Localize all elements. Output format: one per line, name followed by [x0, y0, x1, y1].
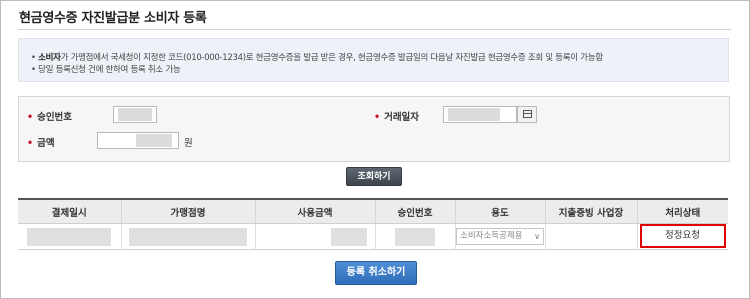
masked-value [27, 227, 112, 246]
approval-number-input[interactable] [113, 106, 157, 123]
cell-status: 정정요청 [636, 223, 728, 250]
status-text: 정정요청 [665, 230, 700, 241]
cancel-registration-button[interactable]: 등록 취소하기 [335, 261, 417, 285]
cell-approval-number [374, 223, 455, 250]
required-star-icon: • [27, 112, 34, 123]
search-form: • 승인번호 • 거래일자 • 금액 원 [18, 96, 730, 162]
cell-amount [254, 223, 375, 250]
cell-payment-datetime [18, 223, 121, 250]
amount-input[interactable] [97, 132, 179, 149]
col-merchant-name[interactable]: 가맹점명 [120, 198, 255, 224]
search-button[interactable]: 조회하기 [346, 167, 402, 186]
notice-line-1: • 소비자가 가맹점에서 국세청이 지정한 코드(010-000-1234)로 … [31, 53, 603, 63]
notice-bold: 소비자 [38, 53, 61, 63]
col-approval-number[interactable]: 승인번호 [374, 198, 455, 224]
notice-text: 가 가맹점에서 국세청이 지정한 코드(010-000-1234)로 현금영수증… [60, 53, 603, 63]
usage-select[interactable]: 소비자소득공제용 ∨ [456, 228, 544, 245]
approval-number-label: • 승인번호 [27, 112, 73, 123]
masked-value [129, 227, 247, 246]
title-divider [18, 29, 731, 30]
notice-line-2: • 당일 등록신청 건에 한하여 등록 취소 가능 [31, 65, 181, 75]
table-row[interactable]: 소비자소득공제용 ∨ 정정요청 [18, 223, 728, 250]
chevron-down-icon: ∨ [534, 232, 540, 241]
trade-date-label: • 거래일자 [374, 112, 420, 123]
masked-value [118, 108, 152, 121]
calendar-icon[interactable] [517, 106, 537, 123]
cell-usage: 소비자소득공제용 ∨ [454, 223, 545, 250]
col-usage[interactable]: 용도 [454, 198, 545, 224]
page-title: 현금영수증 자진발급분 소비자 등록 [19, 11, 207, 26]
cell-merchant-name [120, 223, 255, 250]
masked-value [395, 227, 435, 246]
status-highlight: 정정요청 [639, 224, 726, 248]
col-payment-datetime[interactable]: 결제일시 [18, 198, 121, 224]
trade-date-input[interactable] [443, 106, 517, 123]
masked-value [330, 227, 367, 246]
notice-text-2: 당일 등록신청 건에 한하여 등록 취소 가능 [38, 65, 181, 75]
table-header-row: 결제일시 가맹점명 사용금액 승인번호 용도 지출증빙 사업장 처리상태 [18, 198, 728, 224]
amount-label: • 금액 [27, 138, 55, 149]
col-amount[interactable]: 사용금액 [254, 198, 375, 224]
amount-unit: 원 [184, 138, 193, 149]
notice-box: • 소비자가 가맹점에서 국세청이 지정한 코드(010-000-1234)로 … [18, 38, 729, 82]
col-status[interactable]: 처리상태 [636, 198, 728, 224]
col-business-place[interactable]: 지출증빙 사업장 [544, 198, 637, 224]
masked-value [448, 108, 500, 121]
required-star-icon: • [374, 112, 381, 123]
required-star-icon: • [27, 138, 34, 149]
cell-business-place [544, 223, 637, 250]
results-table: 결제일시 가맹점명 사용금액 승인번호 용도 지출증빙 사업장 처리상태 소비자… [18, 198, 728, 250]
masked-value [136, 134, 172, 147]
